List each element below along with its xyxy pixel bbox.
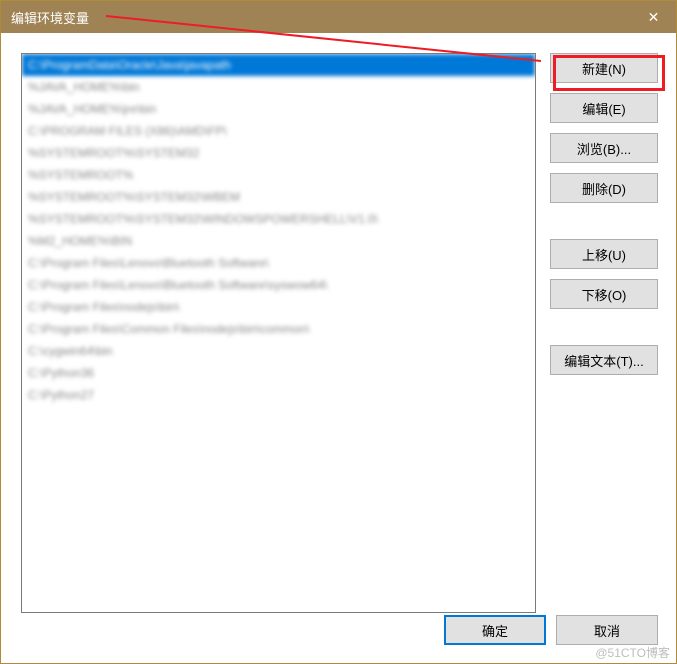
close-icon: ✕ (648, 9, 660, 26)
edit-button[interactable]: 编辑(E) (550, 93, 658, 123)
list-item[interactable]: %SYSTEMROOT%\SYSTEM32\WINDOWSPOWERSHELL\… (22, 208, 535, 230)
list-item[interactable]: C:\Python36 (22, 362, 535, 384)
list-item[interactable]: C:\Program Files\Lenovo\Bluetooth Softwa… (22, 252, 535, 274)
list-item[interactable]: %JAVA_HOME%\jre\bin (22, 98, 535, 120)
list-item[interactable]: C:\cygwin64\bin (22, 340, 535, 362)
close-button[interactable]: ✕ (631, 1, 676, 33)
dialog-body: C:\ProgramData\Oracle\Java\javapath%JAVA… (1, 33, 676, 663)
ok-button[interactable]: 确定 (444, 615, 546, 645)
list-item[interactable]: C:\Program Files\nodejs\bin\ (22, 296, 535, 318)
dialog-footer: 确定 取消 (444, 615, 658, 645)
move-up-button[interactable]: 上移(U) (550, 239, 658, 269)
list-item[interactable]: %SYSTEMROOT%\SYSTEM32 (22, 142, 535, 164)
side-buttons: 新建(N) 编辑(E) 浏览(B)... 删除(D) 上移(U) 下移(O) 编… (550, 53, 658, 649)
list-item[interactable]: C:\ProgramData\Oracle\Java\javapath (22, 54, 535, 76)
list-item[interactable]: %SYSTEMROOT% (22, 164, 535, 186)
list-item[interactable]: C:\Program Files\Common Files\nodejs\bin… (22, 318, 535, 340)
path-listbox[interactable]: C:\ProgramData\Oracle\Java\javapath%JAVA… (21, 53, 536, 613)
browse-button[interactable]: 浏览(B)... (550, 133, 658, 163)
list-item[interactable]: %SYSTEMROOT%\SYSTEM32\WBEM (22, 186, 535, 208)
list-item[interactable]: C:\PROGRAM FILES (X86)\AMD\FP\ (22, 120, 535, 142)
dialog-window: 编辑环境变量 ✕ C:\ProgramData\Oracle\Java\java… (0, 0, 677, 664)
button-gap (550, 213, 658, 239)
button-gap-2 (550, 319, 658, 345)
delete-button[interactable]: 删除(D) (550, 173, 658, 203)
window-title: 编辑环境变量 (11, 8, 89, 27)
title-bar: 编辑环境变量 ✕ (1, 1, 676, 33)
list-item[interactable]: C:\Python27 (22, 384, 535, 406)
list-item[interactable]: C:\Program Files\Lenovo\Bluetooth Softwa… (22, 274, 535, 296)
list-item[interactable]: %M2_HOME%\BIN (22, 230, 535, 252)
cancel-button[interactable]: 取消 (556, 615, 658, 645)
new-button[interactable]: 新建(N) (550, 53, 658, 83)
edit-text-button[interactable]: 编辑文本(T)... (550, 345, 658, 375)
move-down-button[interactable]: 下移(O) (550, 279, 658, 309)
list-item[interactable]: %JAVA_HOME%\bin (22, 76, 535, 98)
